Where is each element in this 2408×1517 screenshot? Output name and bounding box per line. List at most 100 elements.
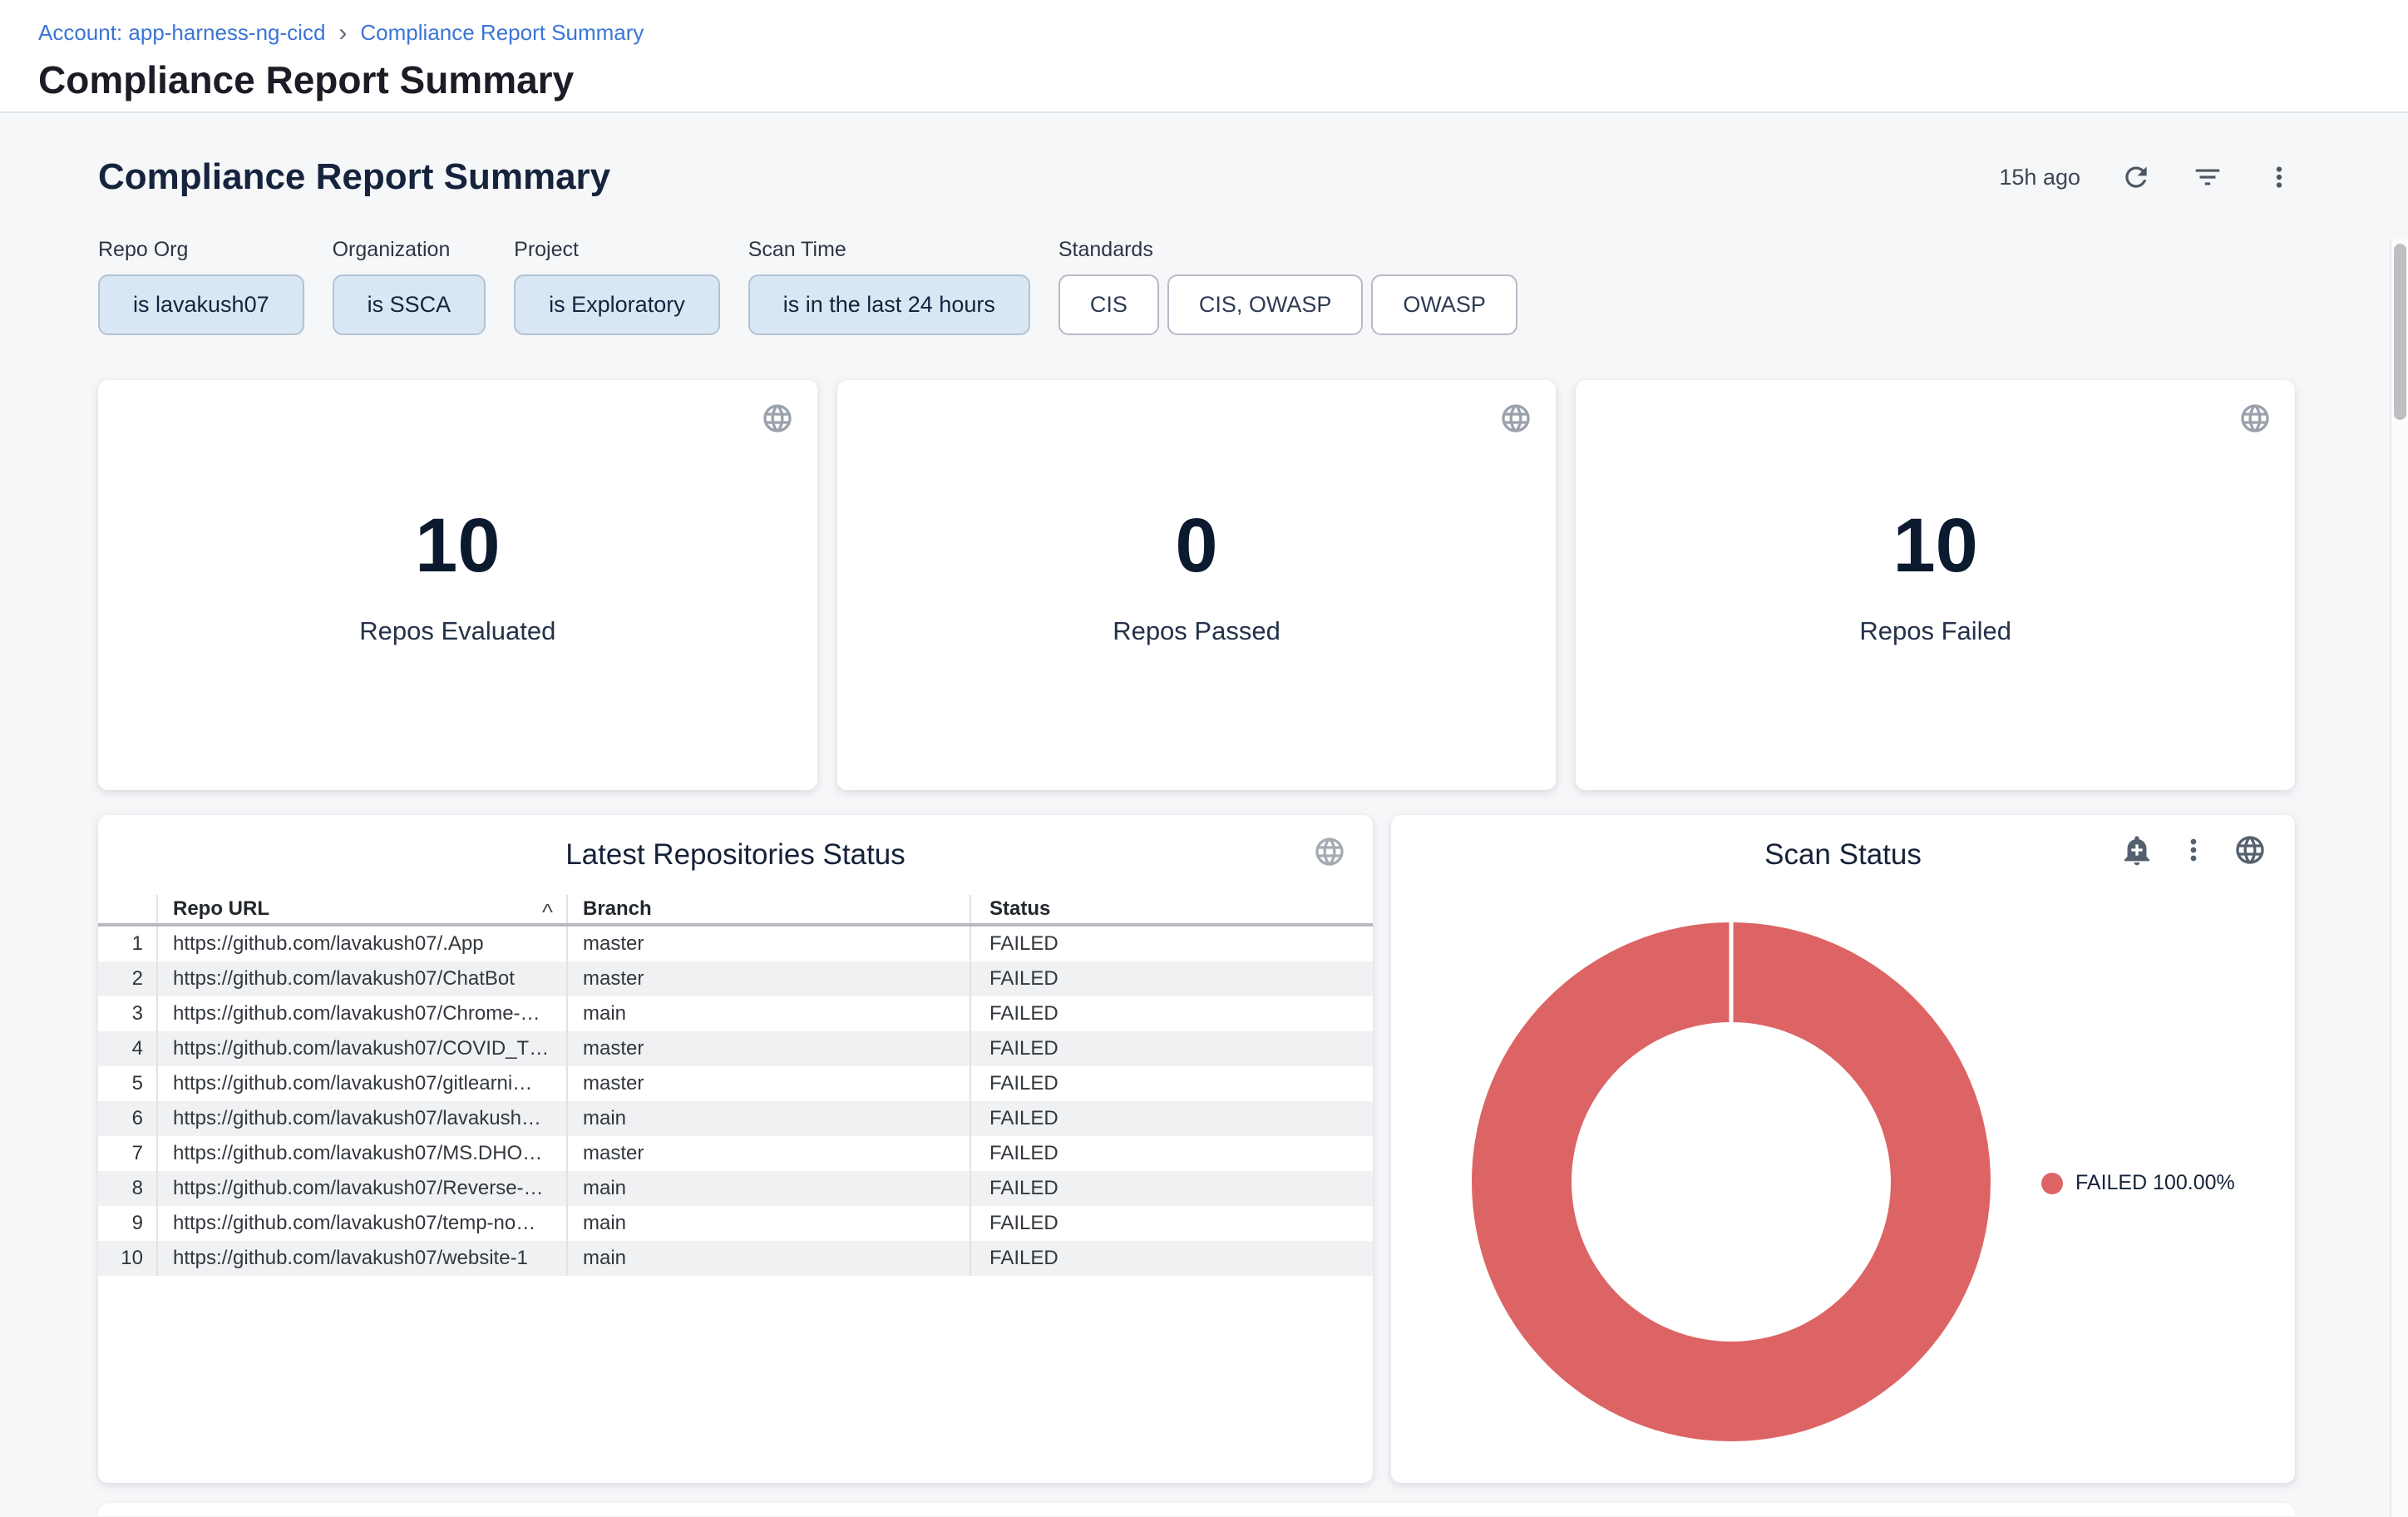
next-card-partial: [98, 1503, 2295, 1516]
repo-url-cell: https://github.com/lavakush07/COVID_T…: [156, 1031, 566, 1066]
legend-dot: [2041, 1173, 2063, 1194]
filter-repo-org-chip[interactable]: is lavakush07: [98, 274, 304, 335]
row-number: 8: [98, 1177, 156, 1200]
table-row[interactable]: 4 https://github.com/lavakush07/COVID_T……: [98, 1031, 1373, 1066]
repos-passed-value: 0: [1175, 502, 1217, 590]
table-row[interactable]: 2 https://github.com/lavakush07/ChatBot …: [98, 961, 1373, 996]
page-header: Account: app-harness-ng-cicd › Complianc…: [0, 0, 2408, 113]
dashboard-title: Compliance Report Summary: [98, 156, 610, 198]
repo-url-cell: https://github.com/lavakush07/temp-no…: [156, 1206, 566, 1241]
repo-url-cell: https://github.com/lavakush07/lavakush…: [156, 1101, 566, 1136]
column-header-status[interactable]: Status: [970, 895, 1373, 923]
branch-cell: master: [566, 1136, 970, 1171]
stat-card-repos-evaluated: 10 Repos Evaluated: [98, 380, 817, 790]
status-cell: FAILED: [970, 927, 1373, 961]
status-cell: FAILED: [970, 1066, 1373, 1101]
repo-url-header-label: Repo URL: [173, 897, 269, 921]
status-cell: FAILED: [970, 1171, 1373, 1206]
filter-repo-org: Repo Org is lavakush07: [98, 238, 304, 335]
branch-cell: main: [566, 996, 970, 1031]
globe-icon: [1499, 402, 1532, 435]
dashboard-controls: 15h ago: [1999, 161, 2295, 193]
row-number: 6: [98, 1107, 156, 1130]
table-row[interactable]: 8 https://github.com/lavakush07/Reverse-…: [98, 1171, 1373, 1206]
dashboard-header: Compliance Report Summary 15h ago: [98, 156, 2295, 198]
branch-cell: main: [566, 1171, 970, 1206]
filter-bar: Repo Org is lavakush07 Organization is S…: [98, 238, 2295, 335]
stat-card-row: 10 Repos Evaluated 0 Repos Passed 10 Rep…: [98, 380, 2295, 790]
filter-project: Project is Exploratory: [514, 238, 720, 335]
row-number: 3: [98, 1002, 156, 1025]
table-header-row: Repo URL ^ Branch Status: [98, 895, 1373, 927]
standards-button-group: CIS CIS, OWASP OWASP: [1058, 274, 1517, 335]
row-number: 2: [98, 967, 156, 991]
standards-option-cis-owasp[interactable]: CIS, OWASP: [1167, 274, 1364, 335]
column-header-branch[interactable]: Branch: [566, 895, 970, 923]
repositories-table: Repo URL ^ Branch Status 1 https://githu…: [98, 895, 1373, 1276]
branch-cell: main: [566, 1241, 970, 1276]
vertical-scrollbar-thumb[interactable]: [2394, 244, 2406, 420]
row-number: 5: [98, 1072, 156, 1095]
filter-organization-chip[interactable]: is SSCA: [333, 274, 486, 335]
sort-ascending-icon[interactable]: ^: [542, 904, 553, 921]
breadcrumb-account-link[interactable]: Account: app-harness-ng-cicd: [38, 20, 325, 46]
row-number: 10: [98, 1247, 156, 1270]
breadcrumb: Account: app-harness-ng-cicd › Complianc…: [38, 20, 2408, 46]
filter-scan-time: Scan Time is in the last 24 hours: [748, 238, 1030, 335]
column-header-repo-url[interactable]: Repo URL ^: [156, 895, 566, 923]
filter-scan-time-label: Scan Time: [748, 238, 1030, 262]
repos-evaluated-label: Repos Evaluated: [359, 616, 555, 646]
repo-url-cell: https://github.com/lavakush07/ChatBot: [156, 961, 566, 996]
globe-icon: [2238, 402, 2272, 435]
dashboard-content: Compliance Report Summary 15h ago Repo O…: [0, 156, 2408, 1516]
branch-cell: master: [566, 1031, 970, 1066]
repos-passed-label: Repos Passed: [1113, 616, 1280, 646]
branch-cell: master: [566, 1066, 970, 1101]
legend-label: FAILED 100.00%: [2075, 1171, 2235, 1195]
row-number: 4: [98, 1037, 156, 1060]
scan-status-card-actions: [2120, 833, 2267, 867]
filter-organization: Organization is SSCA: [333, 238, 486, 335]
table-row[interactable]: 1 https://github.com/lavakush07/.App mas…: [98, 927, 1373, 961]
filter-standards: Standards CIS CIS, OWASP OWASP: [1058, 238, 1517, 335]
status-cell: FAILED: [970, 1136, 1373, 1171]
repo-url-cell: https://github.com/lavakush07/gitlearni…: [156, 1066, 566, 1101]
filter-scan-time-chip[interactable]: is in the last 24 hours: [748, 274, 1030, 335]
branch-cell: main: [566, 1101, 970, 1136]
repos-failed-label: Repos Failed: [1859, 616, 2011, 646]
filter-icon[interactable]: [2192, 161, 2223, 193]
filter-project-label: Project: [514, 238, 720, 262]
refresh-icon[interactable]: [2120, 161, 2152, 193]
filter-project-chip[interactable]: is Exploratory: [514, 274, 720, 335]
donut-hole: [1572, 1022, 1891, 1342]
row-number: 7: [98, 1142, 156, 1165]
filter-repo-org-label: Repo Org: [98, 238, 304, 262]
table-row[interactable]: 9 https://github.com/lavakush07/temp-no……: [98, 1206, 1373, 1241]
donut-segment-divider: [1730, 922, 1734, 1023]
page-title: Compliance Report Summary: [38, 57, 2408, 102]
vertical-scrollbar-track[interactable]: [2390, 239, 2408, 1517]
chevron-right-icon: ›: [338, 22, 347, 44]
filter-organization-label: Organization: [333, 238, 486, 262]
globe-icon: [2233, 833, 2267, 867]
repos-evaluated-value: 10: [415, 502, 500, 590]
standards-option-owasp[interactable]: OWASP: [1371, 274, 1517, 335]
donut-chart[interactable]: [1472, 922, 1991, 1441]
table-row[interactable]: 3 https://github.com/lavakush07/Chrome-……: [98, 996, 1373, 1031]
repo-url-cell: https://github.com/lavakush07/.App: [156, 927, 566, 961]
globe-icon: [761, 402, 794, 435]
kebab-menu-icon[interactable]: [2263, 161, 2295, 193]
table-row[interactable]: 5 https://github.com/lavakush07/gitlearn…: [98, 1066, 1373, 1101]
table-row[interactable]: 6 https://github.com/lavakush07/lavakush…: [98, 1101, 1373, 1136]
branch-cell: master: [566, 961, 970, 996]
standards-option-cis[interactable]: CIS: [1058, 274, 1159, 335]
row-number: 9: [98, 1212, 156, 1235]
table-row[interactable]: 10 https://github.com/lavakush07/website…: [98, 1241, 1373, 1276]
breadcrumb-current-link[interactable]: Compliance Report Summary: [360, 20, 644, 46]
filter-standards-label: Standards: [1058, 238, 1517, 262]
table-row[interactable]: 7 https://github.com/lavakush07/MS.DHO… …: [98, 1136, 1373, 1171]
status-cell: FAILED: [970, 1206, 1373, 1241]
bell-add-alert-icon[interactable]: [2120, 833, 2154, 867]
chart-legend-failed[interactable]: FAILED 100.00%: [2041, 1171, 2235, 1195]
kebab-menu-icon[interactable]: [2177, 833, 2210, 867]
